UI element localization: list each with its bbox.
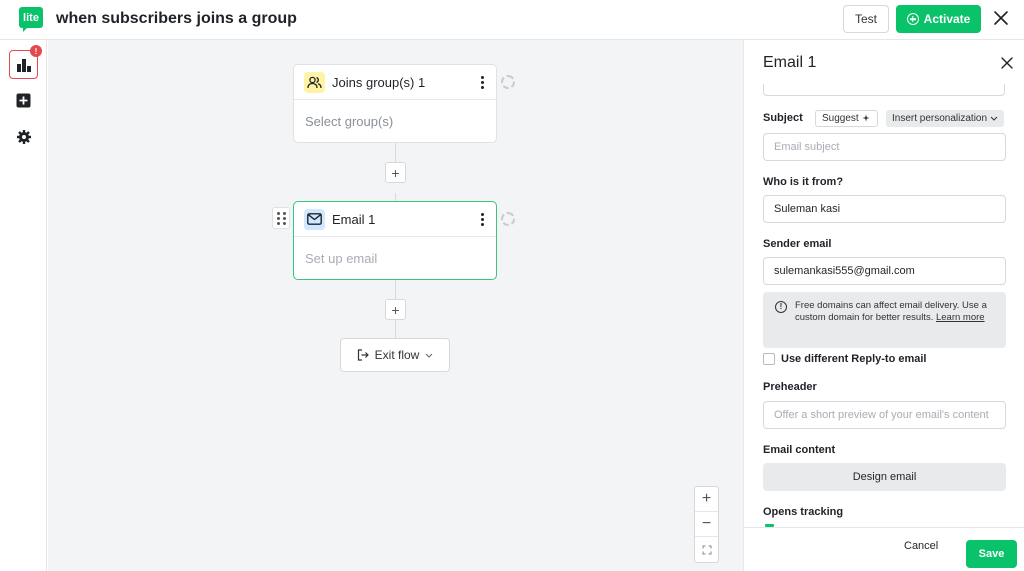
loading-spinner-icon <box>501 75 515 89</box>
more-options-icon[interactable] <box>481 76 484 89</box>
design-email-button[interactable]: Design email <box>763 463 1006 491</box>
exit-flow-label: Exit flow <box>374 348 420 362</box>
insert-personalization-label: Insert personalization <box>892 113 988 124</box>
from-name-input[interactable]: Suleman kasi <box>763 195 1006 223</box>
add-step-button[interactable]: + <box>385 162 406 183</box>
email-node[interactable]: Email 1 Set up email <box>293 201 497 280</box>
reply-to-label: Use different Reply-to email <box>781 353 927 365</box>
trigger-node[interactable]: Joins group(s) 1 Select group(s) <box>293 64 497 143</box>
node-label: Email 1 <box>332 211 376 227</box>
email-settings-panel: Email 1 Subject Suggest Insert personali… <box>743 40 1024 571</box>
workflow-title[interactable]: when subscribers joins a group <box>56 10 297 28</box>
chevron-down-icon <box>425 353 433 358</box>
logo-text: lite <box>23 11 39 24</box>
users-icon <box>304 71 325 93</box>
add-step-button[interactable]: + <box>385 299 406 320</box>
bar-chart-icon <box>16 58 31 72</box>
node-header: Joins group(s) 1 <box>294 65 496 100</box>
save-button[interactable]: Save <box>966 540 1017 568</box>
left-rail: ! <box>0 40 47 571</box>
subject-label: Subject <box>763 112 803 124</box>
add-square-icon <box>16 93 31 108</box>
gear-icon <box>16 129 31 144</box>
info-icon: ! <box>775 301 787 313</box>
node-body: Set up email <box>305 251 378 266</box>
fit-view-button[interactable] <box>695 537 718 562</box>
panel-title: Email 1 <box>763 54 817 71</box>
zoom-in-button[interactable]: + <box>695 487 718 512</box>
drag-handle-icon[interactable] <box>272 207 290 229</box>
zoom-controls: + − <box>694 486 719 563</box>
activate-label: Activate <box>923 12 971 26</box>
cancel-button[interactable]: Cancel <box>904 540 938 552</box>
rail-item-add[interactable] <box>9 86 38 115</box>
free-domain-notice: ! Free domains can affect email delivery… <box>763 292 1006 348</box>
more-options-icon[interactable] <box>481 213 484 226</box>
reply-to-row[interactable]: Use different Reply-to email <box>763 353 926 365</box>
workflow-canvas[interactable]: Joins group(s) 1 Select group(s) + Email… <box>48 40 743 571</box>
preheader-input[interactable]: Offer a short preview of your email's co… <box>763 401 1006 429</box>
test-button[interactable]: Test <box>843 5 889 33</box>
panel-footer: Cancel Save <box>744 527 1024 571</box>
envelope-icon <box>304 208 325 230</box>
loading-spinner-icon <box>501 212 515 226</box>
node-header: Email 1 <box>294 202 496 237</box>
exit-flow-button[interactable]: Exit flow <box>340 338 450 372</box>
sender-email-input[interactable]: sulemankasi555@gmail.com <box>763 257 1006 285</box>
connector-line <box>395 280 396 299</box>
exit-icon <box>357 349 369 361</box>
from-label: Who is it from? <box>763 176 844 188</box>
email-content-label: Email content <box>763 444 836 456</box>
sender-email-label: Sender email <box>763 238 832 250</box>
alert-badge: ! <box>30 45 42 57</box>
insert-personalization-button[interactable]: Insert personalization <box>886 110 1005 127</box>
close-icon[interactable] <box>992 9 1010 27</box>
top-bar: lite when subscribers joins a group Test… <box>0 0 1024 40</box>
node-body: Select group(s) <box>305 114 394 129</box>
activate-button[interactable]: Activate <box>896 5 981 33</box>
node-label: Joins group(s) 1 <box>332 74 426 90</box>
suggest-button[interactable]: Suggest <box>815 110 878 127</box>
reply-to-checkbox[interactable] <box>763 353 775 365</box>
suggest-label: Suggest <box>822 113 859 124</box>
fit-view-icon <box>702 545 711 554</box>
connector-line <box>395 320 396 338</box>
subject-input[interactable]: Email subject <box>763 133 1006 161</box>
opens-tracking-label: Opens tracking <box>763 506 844 518</box>
preheader-label: Preheader <box>763 381 817 393</box>
zoom-out-button[interactable]: − <box>695 512 718 537</box>
sparkle-icon <box>862 114 870 122</box>
chevron-down-icon <box>990 116 998 121</box>
close-icon[interactable] <box>1000 56 1014 70</box>
rail-item-analytics[interactable]: ! <box>9 45 42 79</box>
learn-more-link[interactable]: Learn more <box>936 312 985 323</box>
mailerlite-logo[interactable]: lite <box>19 7 43 32</box>
rail-item-settings[interactable] <box>9 122 38 151</box>
circle-plus-icon <box>906 13 919 25</box>
scrolled-field <box>763 84 1005 96</box>
